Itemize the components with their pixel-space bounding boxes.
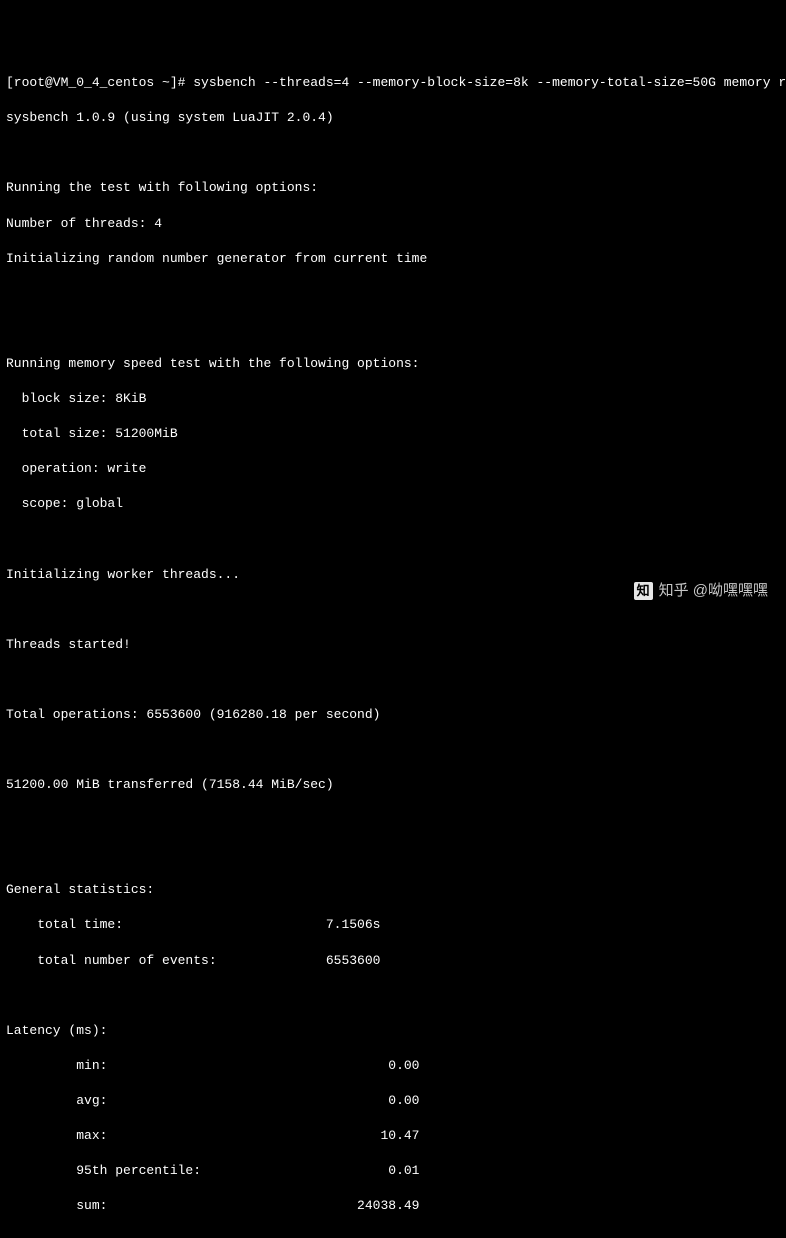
watermark: 知知乎 @呦嘿嘿嘿 bbox=[634, 581, 768, 601]
blank bbox=[6, 144, 780, 162]
blank bbox=[6, 320, 780, 338]
total-ops: Total operations: 6553600 (916280.18 per… bbox=[6, 706, 780, 724]
mem-total: total size: 51200MiB bbox=[6, 425, 780, 443]
mem-op: operation: write bbox=[6, 460, 780, 478]
blank bbox=[6, 987, 780, 1005]
lat-p95: 95th percentile: 0.01 bbox=[6, 1162, 780, 1180]
blank bbox=[6, 671, 780, 689]
blank bbox=[6, 1232, 780, 1238]
mem-scope: scope: global bbox=[6, 495, 780, 513]
lat-avg: avg: 0.00 bbox=[6, 1092, 780, 1110]
blank bbox=[6, 530, 780, 548]
gen-header: General statistics: bbox=[6, 881, 780, 899]
blank bbox=[6, 846, 780, 864]
zhihu-icon: 知 bbox=[634, 582, 653, 600]
blank bbox=[6, 741, 780, 759]
lat-header: Latency (ms): bbox=[6, 1022, 780, 1040]
threads-line: Number of threads: 4 bbox=[6, 215, 780, 233]
blank bbox=[6, 811, 780, 829]
blank bbox=[6, 601, 780, 619]
gen-events: total number of events: 6553600 bbox=[6, 952, 780, 970]
blank bbox=[6, 285, 780, 303]
lat-min: min: 0.00 bbox=[6, 1057, 780, 1075]
watermark-text: 知乎 @呦嘿嘿嘿 bbox=[659, 582, 768, 599]
threads-started: Threads started! bbox=[6, 636, 780, 654]
shell-prompt: [root@VM_0_4_centos ~]# bbox=[6, 75, 193, 90]
version-line: sysbench 1.0.9 (using system LuaJIT 2.0.… bbox=[6, 109, 780, 127]
lat-sum: sum: 24038.49 bbox=[6, 1197, 780, 1215]
terminal-line-cmd: [root@VM_0_4_centos ~]# sysbench --threa… bbox=[6, 74, 780, 92]
mem-block: block size: 8KiB bbox=[6, 390, 780, 408]
running-header: Running the test with following options: bbox=[6, 179, 780, 197]
gen-time: total time: 7.1506s bbox=[6, 916, 780, 934]
lat-max: max: 10.47 bbox=[6, 1127, 780, 1145]
transferred: 51200.00 MiB transferred (7158.44 MiB/se… bbox=[6, 776, 780, 794]
mem-header: Running memory speed test with the follo… bbox=[6, 355, 780, 373]
rng-line: Initializing random number generator fro… bbox=[6, 250, 780, 268]
command-text: sysbench --threads=4 --memory-block-size… bbox=[193, 75, 786, 90]
